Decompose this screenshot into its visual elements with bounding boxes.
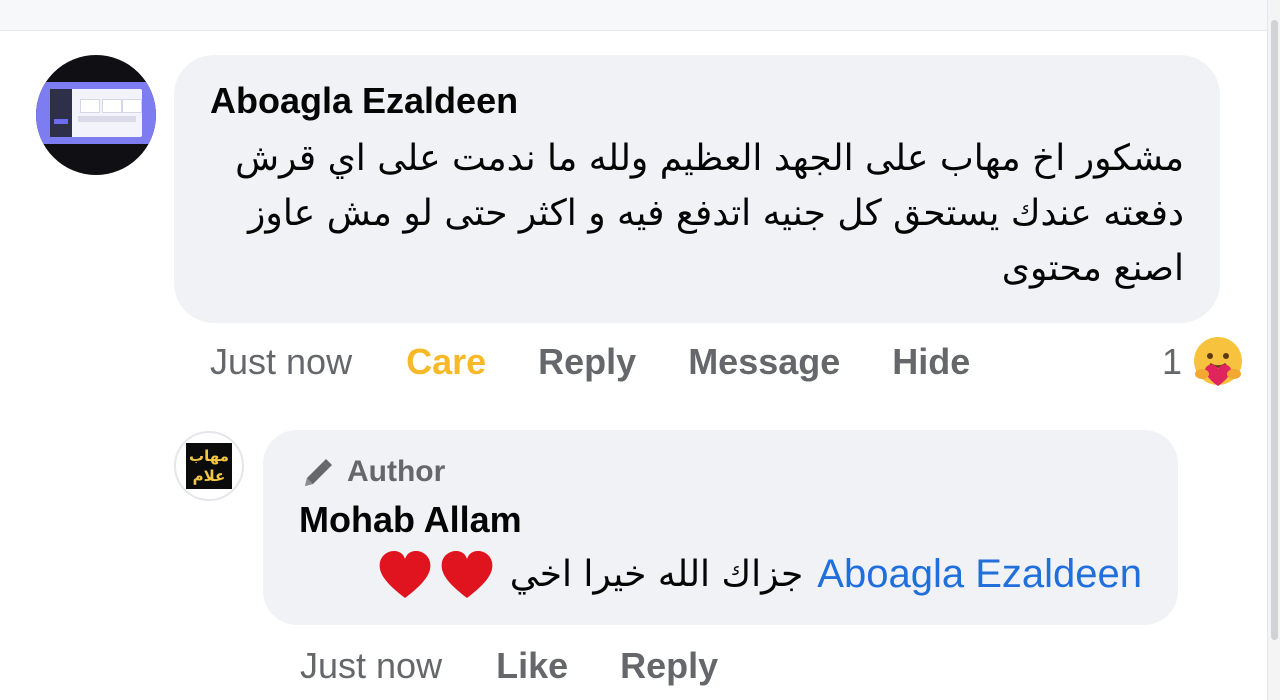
scrollbar[interactable] xyxy=(1267,0,1280,700)
author-badge: Author xyxy=(299,454,1142,490)
reply-timestamp[interactable]: Just now xyxy=(300,645,442,687)
pen-icon xyxy=(305,459,332,486)
message-button[interactable]: Message xyxy=(688,341,840,383)
heart-icon xyxy=(379,551,431,598)
reply-reply-button[interactable]: Reply xyxy=(620,645,718,687)
heart-icon xyxy=(441,551,493,598)
reply-button[interactable]: Reply xyxy=(538,341,636,383)
mention-link[interactable]: Aboagla Ezaldeen xyxy=(817,552,1142,597)
hide-button[interactable]: Hide xyxy=(892,341,970,383)
reaction-summary[interactable]: 1 xyxy=(1162,334,1246,390)
reply-text-row: جزاك الله خيرا اخي Aboagla Ezaldeen xyxy=(299,546,1142,602)
care-reaction-button[interactable]: Care xyxy=(406,341,486,383)
comment-timestamp[interactable]: Just now xyxy=(210,341,352,383)
like-button[interactable]: Like xyxy=(496,645,568,687)
top-bar xyxy=(0,0,1268,31)
reply-author-name[interactable]: Mohab Allam xyxy=(299,498,1142,542)
author-avatar-logo: مهاب علام xyxy=(186,443,232,489)
reply-bubble: Author Mohab Allam جزاك الله خيرا اخي Ab… xyxy=(263,430,1178,625)
care-emoji-icon xyxy=(1194,337,1243,386)
comment-text: مشكور اخ مهاب على الجهد العظيم ولله ما ن… xyxy=(235,138,1184,289)
commenter-name[interactable]: Aboagla Ezaldeen xyxy=(210,79,1184,123)
heart-emojis xyxy=(376,548,496,600)
reply-text: جزاك الله خيرا اخي xyxy=(509,553,804,595)
reaction-count: 1 xyxy=(1162,341,1183,382)
author-avatar[interactable]: مهاب علام xyxy=(174,431,244,501)
author-label: Author xyxy=(347,455,446,488)
commenter-avatar[interactable] xyxy=(36,55,156,175)
comment-bubble: Aboagla Ezaldeen مشكور اخ مهاب على الجهد… xyxy=(174,55,1220,323)
reply-actions: Just now Like Reply xyxy=(300,644,718,688)
scrollbar-thumb[interactable] xyxy=(1271,20,1278,640)
comment-actions: Just now Care Reply Message Hide xyxy=(210,340,970,384)
